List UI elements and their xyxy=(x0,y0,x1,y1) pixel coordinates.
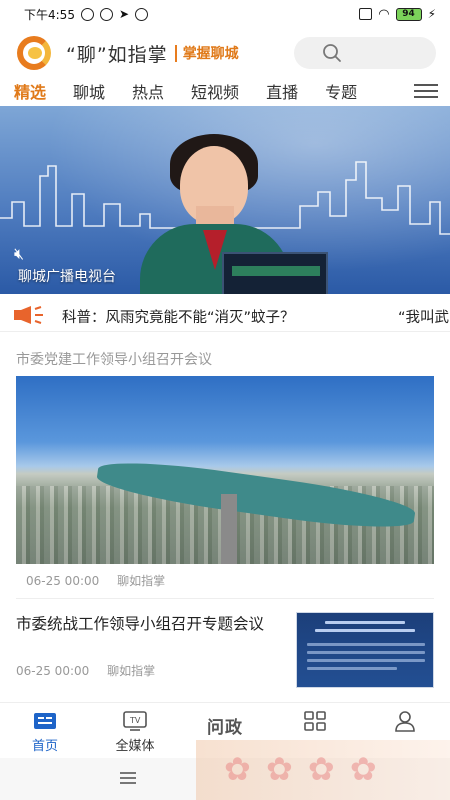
wenzheng-logo: 问政 xyxy=(207,718,243,738)
status-time: 下午4:55 xyxy=(24,7,75,22)
tab-hot[interactable]: 热点 xyxy=(132,79,164,103)
sim-icon xyxy=(359,8,373,20)
app-header: “聊”如指掌 掌握聊城 xyxy=(0,30,450,76)
tab-live[interactable]: 直播 xyxy=(266,79,298,103)
wifi-icon: ◠ xyxy=(378,6,390,22)
channel-menu-icon[interactable] xyxy=(414,84,438,98)
search-icon xyxy=(323,44,341,62)
nav-home-label: 首页 xyxy=(31,739,58,754)
article-title[interactable]: 市委党建工作领导小组召开会议 xyxy=(16,349,212,369)
notification-icon xyxy=(80,7,94,21)
status-left: 下午4:55 ➤ xyxy=(24,6,149,23)
app-slogan: 掌握聊城 xyxy=(182,46,239,62)
article-meta: 06-25 00:00 聊如指掌 xyxy=(26,572,179,589)
watermark-overlay: ✿ ✿ ✿ ✿ xyxy=(196,740,450,800)
small-article-date: 06-25 00:00 xyxy=(16,664,90,678)
nav-home[interactable]: 首页 xyxy=(0,703,90,758)
home-news-icon xyxy=(33,711,57,731)
article-date: 06-25 00:00 xyxy=(26,574,100,588)
video-channel-caption: 聊城广播电视台 xyxy=(18,269,116,285)
tv-icon: TV xyxy=(123,711,147,731)
small-article-meta: 06-25 00:00 聊如指掌 xyxy=(16,662,169,679)
app-logo-icon xyxy=(14,33,58,73)
tab-short-video[interactable]: 短视频 xyxy=(191,79,239,103)
header-divider xyxy=(174,44,177,62)
studio-screen xyxy=(222,252,328,294)
megaphone-icon xyxy=(14,306,43,324)
app-name: “聊”如指掌 xyxy=(66,43,168,66)
nav-all-media-label: 全媒体 xyxy=(115,739,155,754)
tab-liaocheng[interactable]: 聊城 xyxy=(73,79,105,103)
live-video-player[interactable]: 🔇︎ 聊城广播电视台 xyxy=(0,106,450,294)
battery-icon: 94 xyxy=(395,7,422,21)
small-article-title[interactable]: 市委统战工作领导小组召开专题会议 xyxy=(16,614,278,635)
search-button[interactable] xyxy=(294,37,436,69)
news-ticker[interactable]: 科普：风雨究竟能不能“消灭”蚊子？ “我叫武 xyxy=(0,298,450,332)
article-cover-image[interactable] xyxy=(16,376,434,564)
small-article-thumbnail[interactable] xyxy=(296,612,434,688)
article-source: 聊如指掌 xyxy=(117,574,166,588)
app-notification-icon xyxy=(99,7,113,21)
ticker-headline[interactable]: 科普：风雨究竟能不能“消灭”蚊子？ xyxy=(62,306,295,327)
location-icon: ➤ xyxy=(118,7,130,21)
svg-text:TV: TV xyxy=(129,716,141,725)
system-menu-icon[interactable] xyxy=(120,772,136,784)
sync-icon xyxy=(135,7,149,21)
ticker-next-headline[interactable]: “我叫武 xyxy=(398,306,449,327)
channel-tabs: 精选 聊城 热点 短视频 直播 专题 xyxy=(0,78,450,104)
mute-icon[interactable]: 🔇︎ xyxy=(14,244,24,264)
charging-icon: ⚡ xyxy=(427,7,436,21)
divider xyxy=(16,598,434,599)
tab-featured[interactable]: 精选 xyxy=(14,79,46,103)
nav-all-media[interactable]: TV 全媒体 xyxy=(90,703,180,758)
user-icon xyxy=(393,711,417,732)
grid-icon xyxy=(303,711,327,731)
tab-topics[interactable]: 专题 xyxy=(325,79,357,103)
status-right: ◠ 94 ⚡ xyxy=(359,7,436,22)
small-article-source: 聊如指掌 xyxy=(107,664,156,678)
status-bar: 下午4:55 ➤ ◠ 94 ⚡ xyxy=(0,0,450,28)
